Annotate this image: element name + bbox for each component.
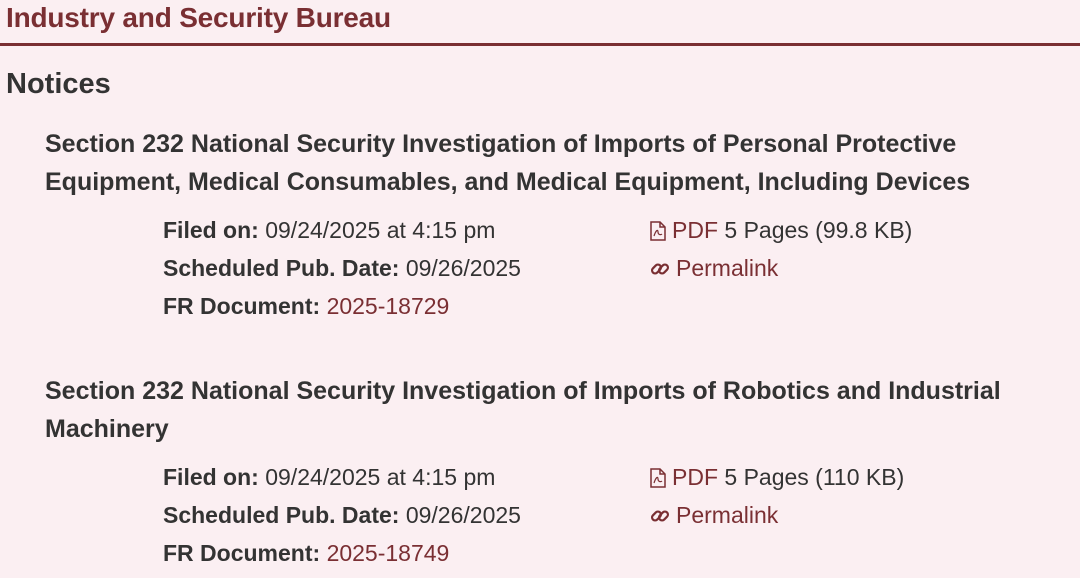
filed-on-row: Filed on: 09/24/2025 at 4:15 pm (163, 458, 521, 496)
pub-date-value: 09/26/2025 (405, 502, 521, 528)
pdf-link[interactable]: PDF (672, 464, 718, 490)
pub-date-row: Scheduled Pub. Date: 09/26/2025 (163, 496, 521, 534)
document-meta-left: Filed on: 09/24/2025 at 4:15 pm Schedule… (163, 458, 521, 572)
document-meta: Filed on: 09/24/2025 at 4:15 pm Schedule… (45, 211, 1075, 325)
fr-document-row: FR Document: 2025-18749 (163, 534, 521, 572)
permalink-row: Permalink (650, 496, 904, 534)
pdf-link[interactable]: PDF (672, 217, 718, 243)
pdf-info: 5 Pages (99.8 KB) (724, 217, 913, 243)
filed-on-value: 09/24/2025 at 4:15 pm (265, 464, 496, 490)
fr-document-label: FR Document: (163, 540, 321, 566)
document-meta-left: Filed on: 09/24/2025 at 4:15 pm Schedule… (163, 211, 521, 325)
fr-document-row: FR Document: 2025-18729 (163, 287, 521, 325)
fr-document-label: FR Document: (163, 293, 321, 319)
pub-date-value: 09/26/2025 (405, 255, 521, 281)
pub-date-label: Scheduled Pub. Date: (163, 255, 400, 281)
fr-document-link[interactable]: 2025-18729 (327, 293, 450, 319)
link-icon[interactable] (650, 259, 670, 279)
permalink-row: Permalink (650, 249, 912, 287)
document-entry: Section 232 National Security Investigat… (45, 372, 1075, 572)
page: Industry and Security Bureau Notices Sec… (0, 0, 1080, 578)
filed-on-row: Filed on: 09/24/2025 at 4:15 pm (163, 211, 521, 249)
agency-title[interactable]: Industry and Security Bureau (6, 2, 391, 34)
section-heading: Notices (6, 68, 111, 100)
pdf-file-icon[interactable] (650, 221, 666, 241)
filed-on-label: Filed on: (163, 217, 259, 243)
pdf-info: 5 Pages (110 KB) (724, 464, 905, 490)
link-icon[interactable] (650, 506, 670, 526)
document-entry: Section 232 National Security Investigat… (45, 125, 1075, 325)
pdf-row: PDF 5 Pages (99.8 KB) (650, 211, 912, 249)
document-meta-right: PDF 5 Pages (99.8 KB) Permalink (650, 211, 912, 287)
filed-on-label: Filed on: (163, 464, 259, 490)
document-meta-right: PDF 5 Pages (110 KB) Permalink (650, 458, 904, 534)
document-title[interactable]: Section 232 National Security Investigat… (45, 372, 1075, 448)
pdf-row: PDF 5 Pages (110 KB) (650, 458, 904, 496)
document-meta: Filed on: 09/24/2025 at 4:15 pm Schedule… (45, 458, 1075, 572)
agency-header: Industry and Security Bureau (0, 0, 1080, 46)
document-title[interactable]: Section 232 National Security Investigat… (45, 125, 1075, 201)
pub-date-row: Scheduled Pub. Date: 09/26/2025 (163, 249, 521, 287)
fr-document-link[interactable]: 2025-18749 (327, 540, 450, 566)
pdf-file-icon[interactable] (650, 468, 666, 488)
permalink-link[interactable]: Permalink (676, 502, 778, 528)
permalink-link[interactable]: Permalink (676, 255, 778, 281)
pub-date-label: Scheduled Pub. Date: (163, 502, 400, 528)
filed-on-value: 09/24/2025 at 4:15 pm (265, 217, 496, 243)
